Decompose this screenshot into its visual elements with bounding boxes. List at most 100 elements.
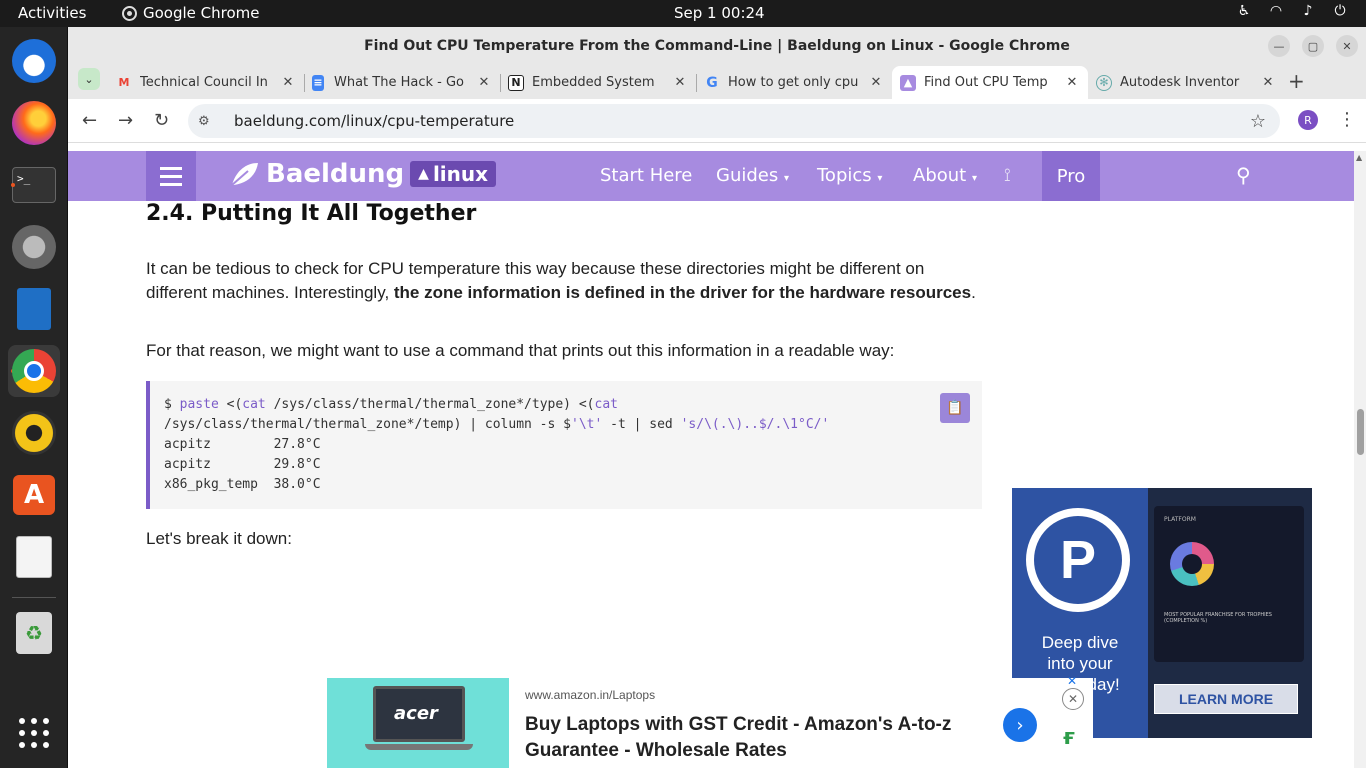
browser-toolbar: ← → ↻ ⚙ baeldung.com/linux/cpu-temperatu… bbox=[68, 99, 1366, 143]
paragraph: For that reason, we might want to use a … bbox=[146, 341, 895, 360]
url-text[interactable]: baeldung.com/linux/cpu-temperature bbox=[234, 112, 514, 130]
minimize-icon[interactable]: — bbox=[1268, 35, 1290, 57]
ad-open-button[interactable]: › bbox=[1003, 708, 1037, 742]
terminal-icon: >_ bbox=[12, 167, 56, 203]
bookmark-star-icon[interactable]: ☆ bbox=[1250, 111, 1266, 132]
tab-close-icon[interactable]: ✕ bbox=[672, 75, 688, 90]
power-icon[interactable]: ⏻ bbox=[1332, 3, 1348, 19]
nav-topics[interactable]: Topics ▾ bbox=[817, 165, 882, 186]
copy-code-button[interactable]: 📋 bbox=[940, 393, 970, 423]
tab-google[interactable]: G How to get only cpu ✕ bbox=[696, 66, 892, 99]
tab-close-icon[interactable]: ✕ bbox=[868, 75, 884, 90]
maximize-icon[interactable]: ▢ bbox=[1302, 35, 1324, 57]
system-tray[interactable]: ♿ ◠ ♪ ⏻ bbox=[1236, 3, 1348, 19]
tab-close-icon[interactable]: ✕ bbox=[280, 75, 296, 90]
activities-button[interactable]: Activities bbox=[18, 4, 86, 22]
address-bar[interactable]: ⚙ baeldung.com/linux/cpu-temperature ☆ bbox=[188, 104, 1280, 138]
search-icon[interactable]: ⚲ bbox=[1236, 163, 1251, 187]
code-token: 's/\(.\)..$/.\1°C/' bbox=[680, 417, 830, 432]
app-menu-label: Google Chrome bbox=[143, 4, 260, 22]
page-viewport: Baeldung ▲ linux Start Here Guides ▾ Topi… bbox=[68, 151, 1366, 768]
tab-search-button[interactable]: ⌄ bbox=[78, 68, 100, 90]
reload-icon[interactable]: ↻ bbox=[154, 110, 169, 131]
rhythmbox-launcher[interactable] bbox=[8, 407, 60, 459]
close-icon[interactable]: ✕ bbox=[1336, 35, 1358, 57]
new-tab-icon[interactable]: + bbox=[1288, 71, 1305, 91]
show-apps-button[interactable] bbox=[8, 707, 60, 759]
site-logo[interactable]: Baeldung ▲ linux bbox=[230, 159, 497, 189]
nav-start-here[interactable]: Start Here bbox=[600, 165, 692, 186]
clipboard-icon: 📋 bbox=[946, 400, 964, 416]
close-icon: ✕ bbox=[1067, 692, 1079, 706]
ad-controls: ✕ ✕ ғ bbox=[1055, 674, 1093, 768]
code-block[interactable]: $ paste <(cat /sys/class/thermal/thermal… bbox=[146, 381, 982, 509]
clock[interactable]: Sep 1 00:24 bbox=[674, 4, 765, 22]
app-menu[interactable]: Google Chrome bbox=[122, 4, 260, 22]
google-icon: G bbox=[706, 74, 718, 91]
tab-label: Technical Council In bbox=[140, 75, 268, 90]
software-launcher[interactable]: A bbox=[8, 469, 60, 521]
chevron-right-icon: › bbox=[1016, 714, 1024, 736]
page-scrollbar[interactable]: ▲ bbox=[1354, 151, 1366, 768]
app-grid-icon bbox=[19, 718, 49, 748]
learn-more-button[interactable]: LEARN MORE bbox=[1154, 684, 1298, 714]
tab-notion[interactable]: N Embedded System ✕ bbox=[500, 66, 696, 99]
baeldung-leaf-icon bbox=[231, 163, 258, 186]
hamburger-menu-icon[interactable] bbox=[146, 151, 196, 201]
tab-close-icon[interactable]: ✕ bbox=[1064, 75, 1080, 90]
tab-baeldung[interactable]: ▲ Find Out CPU Temp ✕ bbox=[892, 66, 1088, 99]
tab-close-icon[interactable]: ✕ bbox=[1260, 75, 1276, 90]
rss-icon[interactable]: ⟟ bbox=[1004, 165, 1011, 186]
nav-guides[interactable]: Guides ▾ bbox=[716, 165, 789, 186]
firefox-launcher[interactable] bbox=[8, 97, 60, 149]
nav-about-label: About bbox=[913, 165, 967, 186]
tab-close-icon[interactable]: ✕ bbox=[476, 75, 492, 90]
chrome-icon bbox=[12, 349, 56, 393]
gmail-icon: M bbox=[118, 76, 130, 89]
ad-choices-close-icon[interactable]: ✕ bbox=[1067, 674, 1077, 688]
code-token: /sys/class/thermal/thermal_zone*/temp) |… bbox=[164, 417, 571, 432]
tab-gmail[interactable]: M Technical Council In ✕ bbox=[108, 66, 304, 99]
code-output-line: acpitz 29.8°C bbox=[164, 457, 321, 472]
thunderbird-launcher[interactable] bbox=[8, 35, 60, 87]
tab-autodesk[interactable]: ✻ Autodesk Inventor ✕ bbox=[1088, 66, 1284, 99]
scrollbar-thumb[interactable] bbox=[1357, 409, 1364, 455]
tab-docs[interactable]: ≡ What The Hack - Go ✕ bbox=[304, 66, 500, 99]
close-ad-button[interactable]: ✕ bbox=[1062, 688, 1084, 710]
site-info-icon[interactable]: ⚙ bbox=[198, 114, 218, 129]
accessibility-icon[interactable]: ♿ bbox=[1236, 3, 1252, 19]
settings-icon bbox=[12, 225, 56, 269]
forward-icon[interactable]: → bbox=[118, 110, 133, 131]
window-titlebar[interactable]: Find Out CPU Temperature From the Comman… bbox=[68, 27, 1366, 64]
document-viewer-launcher[interactable] bbox=[8, 531, 60, 583]
writer-launcher[interactable] bbox=[8, 283, 60, 335]
chevron-down-icon: ▾ bbox=[971, 173, 977, 184]
code-token: '\t' bbox=[571, 417, 603, 432]
terminal-launcher[interactable]: >_ bbox=[8, 159, 60, 211]
kebab-menu-icon[interactable]: ⋮ bbox=[1338, 109, 1356, 130]
nav-pro[interactable]: Pro bbox=[1042, 151, 1100, 201]
ad-headline[interactable]: Buy Laptops with GST Credit - Amazon's A… bbox=[525, 712, 995, 764]
nav-about[interactable]: About ▾ bbox=[913, 165, 977, 186]
nav-topics-label: Topics bbox=[817, 165, 872, 186]
volume-icon[interactable]: ♪ bbox=[1300, 3, 1316, 19]
ad-logo-letter: P bbox=[1034, 516, 1122, 604]
chrome-icon bbox=[122, 5, 137, 21]
trash-launcher[interactable]: ♻ bbox=[8, 607, 60, 659]
ad-url[interactable]: www.amazon.in/Laptops bbox=[525, 688, 655, 702]
freestar-icon[interactable]: ғ bbox=[1063, 726, 1085, 750]
settings-launcher[interactable] bbox=[8, 221, 60, 273]
chrome-launcher[interactable] bbox=[8, 345, 60, 397]
code-token: -t | sed bbox=[602, 417, 681, 432]
tab-label: Autodesk Inventor bbox=[1120, 75, 1240, 90]
tab-strip: ⌄ M Technical Council In ✕ ≡ What The Ha… bbox=[68, 64, 1366, 99]
chevron-down-icon: ▾ bbox=[877, 173, 883, 184]
logo-badge: ▲ linux bbox=[410, 161, 497, 187]
bottom-advertisement[interactable]: acer www.amazon.in/Laptops Buy Laptops w… bbox=[327, 678, 1055, 768]
dock: >_ A ♻ bbox=[0, 27, 68, 768]
scroll-up-icon[interactable]: ▲ bbox=[1356, 153, 1362, 162]
notion-icon: N bbox=[508, 74, 524, 91]
back-icon[interactable]: ← bbox=[82, 110, 97, 131]
wifi-icon[interactable]: ◠ bbox=[1268, 3, 1284, 19]
profile-avatar[interactable]: R bbox=[1298, 110, 1318, 130]
